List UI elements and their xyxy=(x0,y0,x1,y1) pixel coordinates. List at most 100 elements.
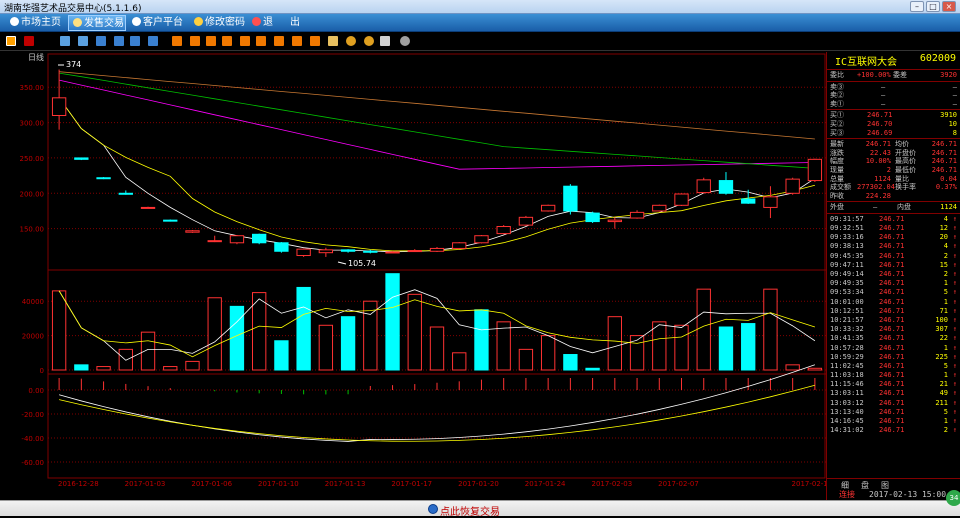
f1-icon[interactable] xyxy=(172,36,182,46)
candle xyxy=(563,185,578,212)
candle xyxy=(385,251,400,254)
volume-bar xyxy=(696,288,711,371)
ask-label: 卖③ xyxy=(830,82,844,91)
pen-icon xyxy=(73,18,82,27)
f9-icon[interactable] xyxy=(310,36,320,46)
volume-bar xyxy=(340,316,356,371)
table-icon[interactable] xyxy=(78,36,88,46)
ask-label: 卖② xyxy=(830,91,844,100)
bid-row: 买② 246.70 10 xyxy=(827,120,960,129)
line-chart-icon[interactable] xyxy=(24,36,34,46)
date-label: 2017-01-17 xyxy=(391,480,432,488)
menu-sale-trading[interactable]: 发售交易 xyxy=(68,15,126,31)
weicha-value: 3920 xyxy=(940,71,957,79)
bid-row: 买③ 246.69 8 xyxy=(827,129,960,138)
macd-dif-line xyxy=(59,364,816,442)
grid-icon[interactable] xyxy=(114,36,124,46)
gear-icon[interactable] xyxy=(400,36,410,46)
trade-time: 09:49:35 xyxy=(830,279,864,288)
trade-time: 13:03:11 xyxy=(830,389,864,398)
zoom-in-icon[interactable] xyxy=(346,36,356,46)
volume-bar xyxy=(718,326,734,371)
f2-icon[interactable] xyxy=(190,36,200,46)
f6-icon[interactable] xyxy=(256,36,266,46)
f4-icon[interactable] xyxy=(222,36,232,46)
ask-volume: — xyxy=(952,82,957,91)
outer-label: 外盘 xyxy=(830,203,844,212)
trade-time: 14:16:45 xyxy=(830,417,864,426)
f7-icon[interactable] xyxy=(274,36,284,46)
menu-label: 退 xyxy=(263,17,273,28)
notification-badge[interactable]: 34 xyxy=(946,490,960,506)
grid-icon[interactable] xyxy=(130,36,140,46)
close-icon[interactable]: × xyxy=(942,1,956,12)
minimize-icon[interactable]: – xyxy=(910,1,924,12)
trade-row: 09:38:13 246.71 4 ↑ xyxy=(827,242,960,251)
candle xyxy=(96,177,111,180)
trade-price: 246.71 xyxy=(879,233,905,242)
macd-axis-label: -60.00 xyxy=(21,459,44,467)
date-label: 2017-01-24 xyxy=(525,480,566,488)
bid-price: 246.69 xyxy=(867,128,893,137)
stat-label: 最新 xyxy=(830,140,844,149)
trade-volume: 5 xyxy=(943,407,948,416)
table-icon[interactable] xyxy=(60,36,70,46)
stat-value: 1124 xyxy=(874,174,891,183)
stat-value: 2 xyxy=(886,165,891,174)
trade-time: 10:12:51 xyxy=(830,306,864,315)
volume-bar xyxy=(496,321,511,371)
status-bar: 连接 2017-02-13 15:00 xyxy=(827,490,960,500)
stat-label-2: 量比 xyxy=(895,174,909,183)
refresh-icon[interactable] xyxy=(96,36,106,46)
volume-bar xyxy=(629,335,645,371)
trade-time: 09:47:11 xyxy=(830,260,864,269)
up-arrow-icon: ↑ xyxy=(952,407,957,416)
f8-icon[interactable] xyxy=(292,36,302,46)
trade-list[interactable]: 09:31:57 246.71 4 ↑ 09:32:51 246.71 12 ↑ 09:33:1… xyxy=(827,215,960,436)
key-icon xyxy=(194,17,203,26)
menu-exit[interactable]: 退 xyxy=(248,15,274,31)
menu-change-password[interactable]: 修改密码 xyxy=(190,15,248,31)
f3-icon[interactable] xyxy=(206,36,216,46)
stat-value: 224.28 xyxy=(865,191,891,200)
stat-value: 246.71 xyxy=(865,140,891,149)
maximize-icon[interactable]: □ xyxy=(926,1,940,12)
menu-market-home[interactable]: 市场主页 xyxy=(6,15,66,31)
stats-list: 最新 246.71 均价 246.71 涨跌 22.43 开盘价 246.71 幅度 10.00%… xyxy=(827,140,960,200)
volume-bar xyxy=(74,364,89,371)
ma-line-4 xyxy=(59,72,815,169)
f10-icon[interactable] xyxy=(328,36,338,46)
kline-chart[interactable]: 350.00 300.00 250.00 200.00 150.00 40000 20000… xyxy=(0,52,826,492)
zoom-out-icon[interactable] xyxy=(364,36,374,46)
toolbar xyxy=(0,32,960,51)
macd-dea-line xyxy=(59,384,815,442)
candle xyxy=(207,240,222,243)
trade-price: 246.71 xyxy=(879,306,905,315)
stat-value-2: 0.37% xyxy=(935,183,957,192)
menu-exit-2[interactable]: 出 xyxy=(286,15,304,31)
divider xyxy=(827,212,960,214)
chart-icon[interactable] xyxy=(380,36,390,46)
trade-price: 246.71 xyxy=(879,334,905,343)
low-label: 105.74 xyxy=(348,259,376,268)
date-label: 2016-12-28 xyxy=(58,480,99,488)
chart-svg[interactable]: 350.00 300.00 250.00 200.00 150.00 40000 20000… xyxy=(0,52,826,492)
trade-price: 246.71 xyxy=(879,398,905,407)
menu-client-platform[interactable]: 客户平台 xyxy=(128,15,188,31)
trade-row: 09:45:35 246.71 2 ↑ xyxy=(827,252,960,261)
bid-volume: 8 xyxy=(952,128,957,137)
candle xyxy=(318,249,334,254)
date-label: 2017-02-07 xyxy=(658,480,699,488)
up-arrow-icon: ↑ xyxy=(952,279,957,288)
exit-icon xyxy=(252,17,261,26)
candle xyxy=(252,233,267,244)
volume-bar xyxy=(96,366,111,371)
candle xyxy=(229,235,245,244)
candlestick-chart-icon[interactable] xyxy=(6,36,16,46)
trade-price: 246.71 xyxy=(879,297,905,306)
quote-header: IC互联网大会 602009 xyxy=(827,52,960,68)
trade-row: 10:01:00 246.71 1 ↑ xyxy=(827,298,960,307)
excel-icon[interactable] xyxy=(148,36,158,46)
bid-label: 买③ xyxy=(830,128,844,137)
f5-icon[interactable] xyxy=(240,36,250,46)
